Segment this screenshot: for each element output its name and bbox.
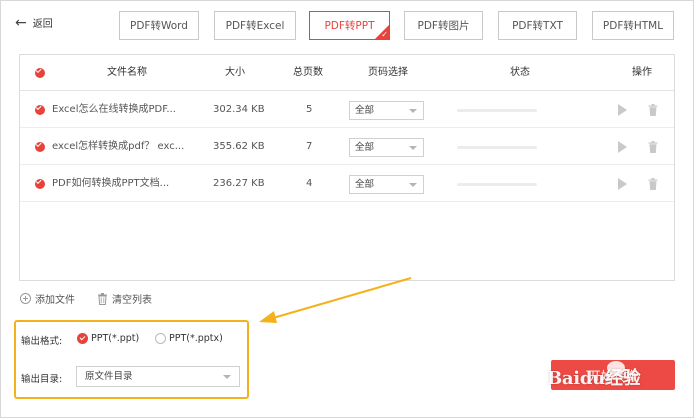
trash-icon[interactable]	[648, 178, 658, 190]
file-name: excel怎样转换成pdf？ exc...	[52, 141, 185, 152]
output-settings-box: 输出格式: PPT(*.ppt) PPT(*.pptx) 输出目录: 原文件目录	[14, 320, 249, 399]
row-checkbox[interactable]	[35, 142, 45, 152]
header-page-count: 总页数	[293, 67, 323, 78]
page-select-value: 全部	[355, 179, 375, 190]
format-pptx-label: PPT(*.pptx)	[169, 333, 223, 344]
tab-label: PDF转TXT	[512, 20, 563, 32]
output-dir-label: 输出目录:	[21, 374, 63, 385]
progress-bar	[457, 146, 537, 149]
chevron-down-icon	[409, 109, 417, 113]
file-name: PDF如何转换成PPT文档...	[52, 178, 170, 189]
tab-pdf-to-word[interactable]: PDF转Word	[119, 11, 199, 40]
output-format-label: 输出格式:	[21, 336, 63, 347]
header-status: 状态	[510, 67, 530, 78]
check-icon: ✓	[381, 30, 388, 39]
row-checkbox[interactable]	[35, 179, 45, 189]
add-file-label: 添加文件	[35, 295, 75, 306]
file-name: Excel怎么在线转换成PDF...	[52, 104, 176, 115]
header-size: 大小	[225, 67, 245, 78]
tab-pdf-to-excel[interactable]: PDF转Excel	[214, 11, 296, 40]
page-select-value: 全部	[355, 105, 375, 116]
app-window: ← 返回 PDF转Word PDF转Excel PDF转PPT ✓ PDF转图片…	[0, 0, 694, 418]
progress-bar	[457, 183, 537, 186]
tab-label: PDF转Excel	[225, 20, 285, 32]
tab-label: PDF转图片	[417, 20, 470, 32]
trash-icon	[98, 292, 107, 305]
table-header: 文件名称 大小 总页数 页码选择 状态 操作	[20, 55, 674, 91]
tab-pdf-to-txt[interactable]: PDF转TXT	[498, 11, 577, 40]
chevron-down-icon	[409, 183, 417, 187]
tab-label: PDF转HTML	[602, 20, 664, 32]
trash-icon[interactable]	[648, 141, 658, 153]
file-size: 236.27 KB	[213, 178, 265, 189]
table-row: Excel怎么在线转换成PDF... 302.34 KB 5 全部	[20, 92, 674, 128]
chevron-down-icon	[409, 146, 417, 150]
progress-bar	[457, 109, 537, 112]
start-convert-label: 开始转换	[588, 368, 637, 383]
row-checkbox[interactable]	[35, 105, 45, 115]
clear-list-button[interactable]: 清空列表	[97, 291, 152, 306]
output-dir-select[interactable]: 原文件目录	[76, 366, 240, 387]
start-convert-button[interactable]: 开始转换	[551, 360, 675, 390]
page-select-dropdown[interactable]: 全部	[349, 175, 424, 194]
page-count: 5	[306, 104, 313, 115]
play-icon[interactable]	[618, 178, 627, 190]
format-pptx-radio[interactable]	[155, 333, 166, 344]
file-size: 355.62 KB	[213, 141, 265, 152]
play-icon[interactable]	[618, 141, 627, 153]
header-file-name: 文件名称	[107, 67, 147, 78]
back-button[interactable]: ← 返回	[15, 14, 53, 31]
arrow-left-icon: ←	[15, 14, 27, 31]
chevron-down-icon	[223, 375, 231, 379]
trash-icon[interactable]	[648, 104, 658, 116]
format-ppt-label: PPT(*.ppt)	[91, 333, 140, 344]
select-all-checkbox[interactable]	[35, 68, 45, 78]
clear-list-label: 清空列表	[112, 295, 152, 306]
tab-label: PDF转PPT	[324, 20, 375, 32]
add-file-button[interactable]: 添加文件	[20, 291, 75, 306]
output-dir-value: 原文件目录	[85, 371, 133, 382]
tab-pdf-to-image[interactable]: PDF转图片	[404, 11, 483, 40]
format-ppt-radio[interactable]	[77, 333, 88, 344]
header-page-select: 页码选择	[368, 67, 408, 78]
table-row: excel怎样转换成pdf？ exc... 355.62 KB 7 全部	[20, 129, 674, 165]
add-circle-icon	[20, 293, 31, 304]
tab-label: PDF转Word	[130, 20, 188, 32]
file-size: 302.34 KB	[213, 104, 265, 115]
play-icon[interactable]	[618, 104, 627, 116]
page-select-dropdown[interactable]: 全部	[349, 101, 424, 120]
back-label: 返回	[32, 19, 53, 30]
table-row: PDF如何转换成PPT文档... 236.27 KB 4 全部	[20, 166, 674, 202]
tab-pdf-to-ppt[interactable]: PDF转PPT ✓	[309, 11, 390, 40]
page-select-value: 全部	[355, 142, 375, 153]
header-actions: 操作	[632, 67, 652, 78]
page-count: 4	[306, 178, 313, 189]
tab-pdf-to-html[interactable]: PDF转HTML	[592, 11, 674, 40]
page-select-dropdown[interactable]: 全部	[349, 138, 424, 157]
page-count: 7	[306, 141, 313, 152]
file-list-panel: 文件名称 大小 总页数 页码选择 状态 操作 Excel怎么在线转换成PDF..…	[19, 54, 675, 281]
